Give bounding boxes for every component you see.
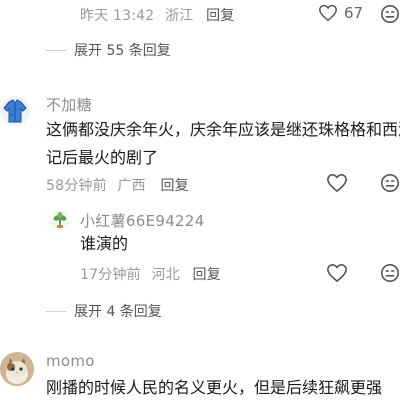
reply-time: 17分钟前 (80, 267, 141, 283)
heart-icon[interactable] (326, 173, 348, 193)
dislike-icon[interactable] (380, 263, 400, 283)
comment-2-content: 这俩都没庆余年火，庆余年应该是继还珠格格和西游 记后最火的剧了 (46, 116, 400, 172)
like-count: 67 (344, 4, 364, 22)
heart-icon[interactable] (326, 263, 348, 283)
reply-meta: 17分钟前 河北 回复 (80, 264, 221, 284)
comment-feed: 昨天 13:42 浙江 回复 67 展开 55 条回复 不加糖 这俩都没庆余年火… (0, 0, 400, 400)
dislike-icon[interactable] (380, 173, 400, 193)
comment-top-reply-button[interactable]: 回复 (206, 8, 234, 24)
expand-replies-label: 展开 55 条回复 (74, 43, 171, 59)
avatar-momo[interactable] (0, 352, 34, 386)
reply-content: 谁演的 (80, 234, 129, 253)
expand-replies-top[interactable]: 展开 55 条回复 (46, 40, 171, 60)
comment-3-content: 刚播的时候人民的名义更火，但是后续狂飙更强 (46, 378, 383, 397)
username-bujiatang[interactable]: 不加糖 (46, 94, 92, 115)
expand-replies-comment-2[interactable]: 展开 4 条回复 (46, 301, 162, 321)
jacket-icon (3, 99, 27, 123)
divider (46, 310, 66, 312)
cat-icon (0, 352, 34, 386)
comment-2-line-1: 这俩都没庆余年火，庆余年应该是继还珠格格和西游 (46, 120, 400, 139)
divider (46, 49, 66, 51)
reply-reply-button[interactable]: 回复 (193, 267, 221, 283)
comment-2-reply-button[interactable]: 回复 (161, 178, 189, 194)
comment-top-time: 昨天 13:42 (80, 8, 155, 24)
username-momo[interactable]: momo (46, 352, 95, 370)
plant-icon (53, 212, 67, 228)
heart-icon[interactable] (318, 4, 338, 22)
comment-2-line-2: 记后最火的剧了 (46, 148, 159, 167)
comment-2-location: 广西 (117, 178, 146, 194)
expand-replies-label: 展开 4 条回复 (74, 304, 162, 320)
comment-2-meta: 58分钟前 广西 回复 (46, 175, 189, 195)
avatar-bujiatang[interactable] (0, 96, 30, 126)
dislike-icon[interactable] (380, 4, 400, 24)
username-xiaohongshu[interactable]: 小红薯66E94224 (80, 210, 205, 231)
comment-top-location: 浙江 (165, 8, 194, 24)
reply-location: 河北 (151, 267, 180, 283)
comment-top-like[interactable]: 67 (318, 4, 363, 22)
comment-top-meta: 昨天 13:42 浙江 回复 (80, 5, 235, 25)
comment-2-time: 58分钟前 (46, 178, 107, 194)
avatar-xiaohongshu[interactable] (50, 210, 70, 230)
